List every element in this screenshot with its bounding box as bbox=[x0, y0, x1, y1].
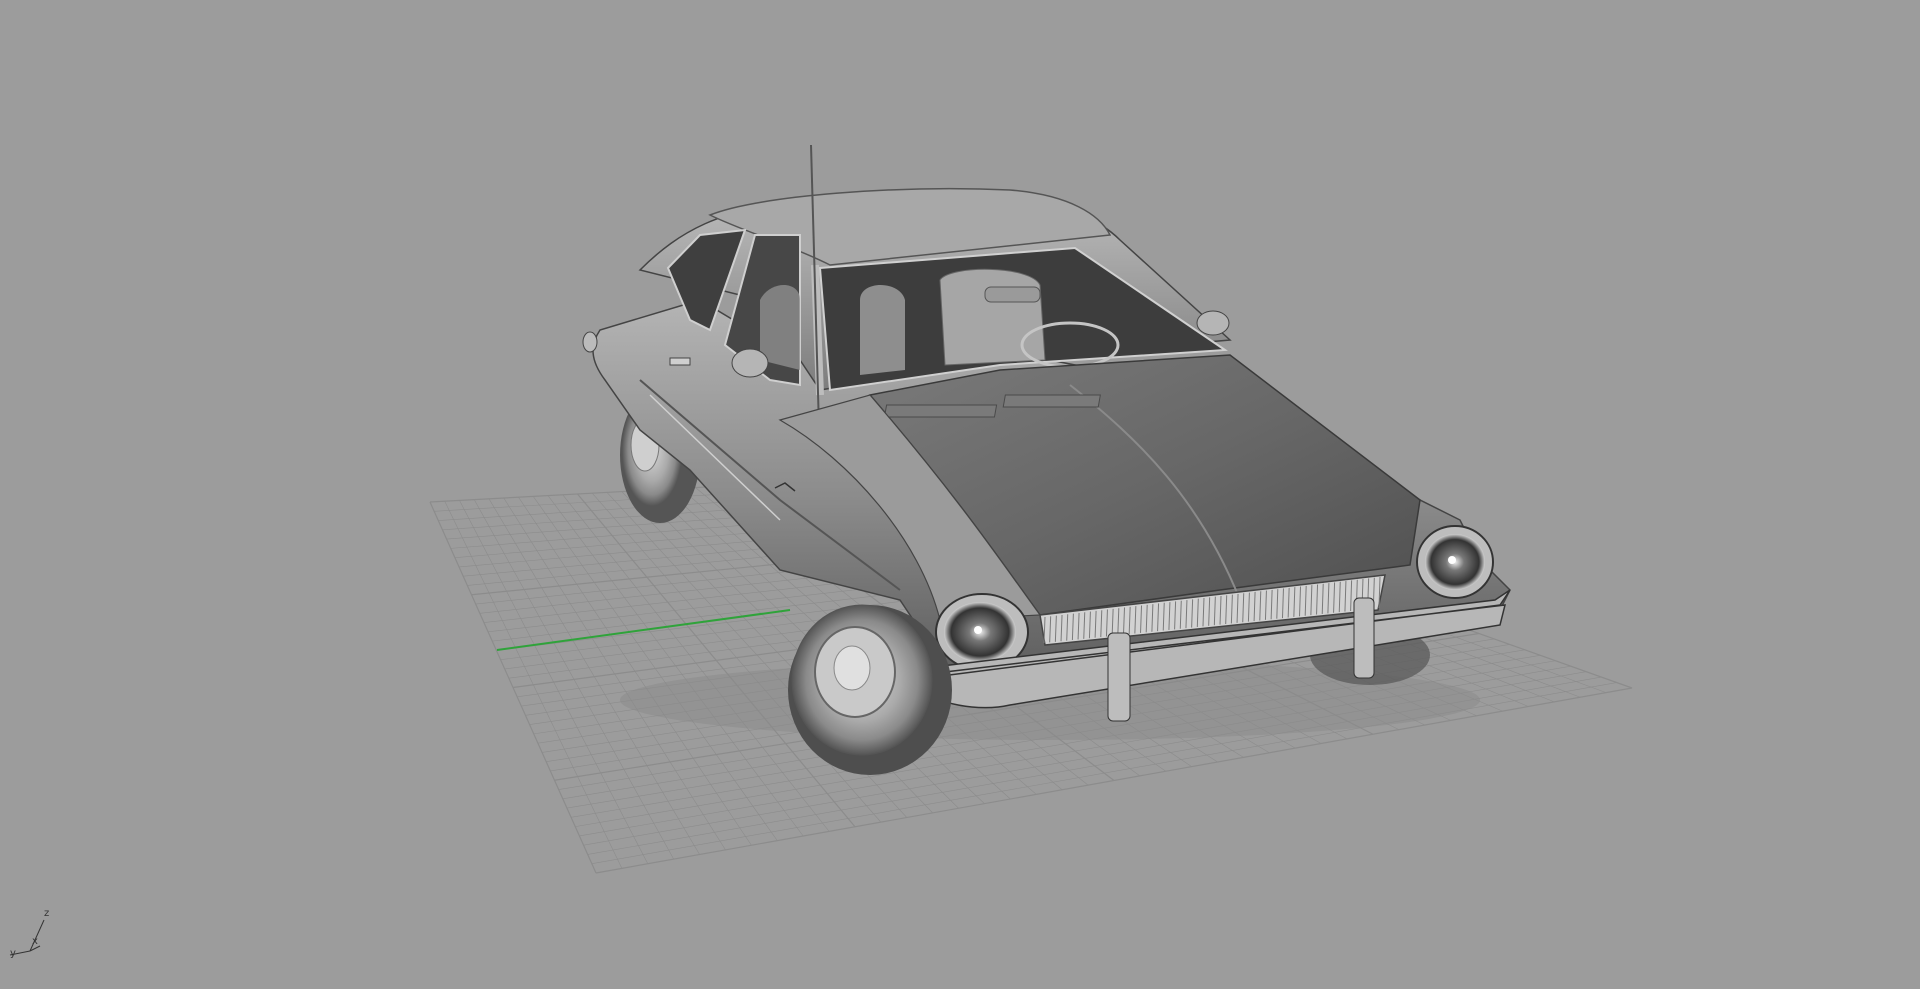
z-axis-label: z bbox=[44, 908, 50, 919]
3d-viewport[interactable]: z y x bbox=[0, 0, 1920, 989]
front-left-wheel bbox=[788, 604, 952, 775]
x-axis-label: x bbox=[32, 936, 38, 947]
viewport-scene[interactable] bbox=[0, 0, 1920, 989]
car-model[interactable] bbox=[582, 144, 1511, 775]
world-axis-indicator: z y x bbox=[8, 908, 58, 963]
right-headlight bbox=[1416, 525, 1494, 599]
y-axis-label: y bbox=[10, 948, 16, 959]
